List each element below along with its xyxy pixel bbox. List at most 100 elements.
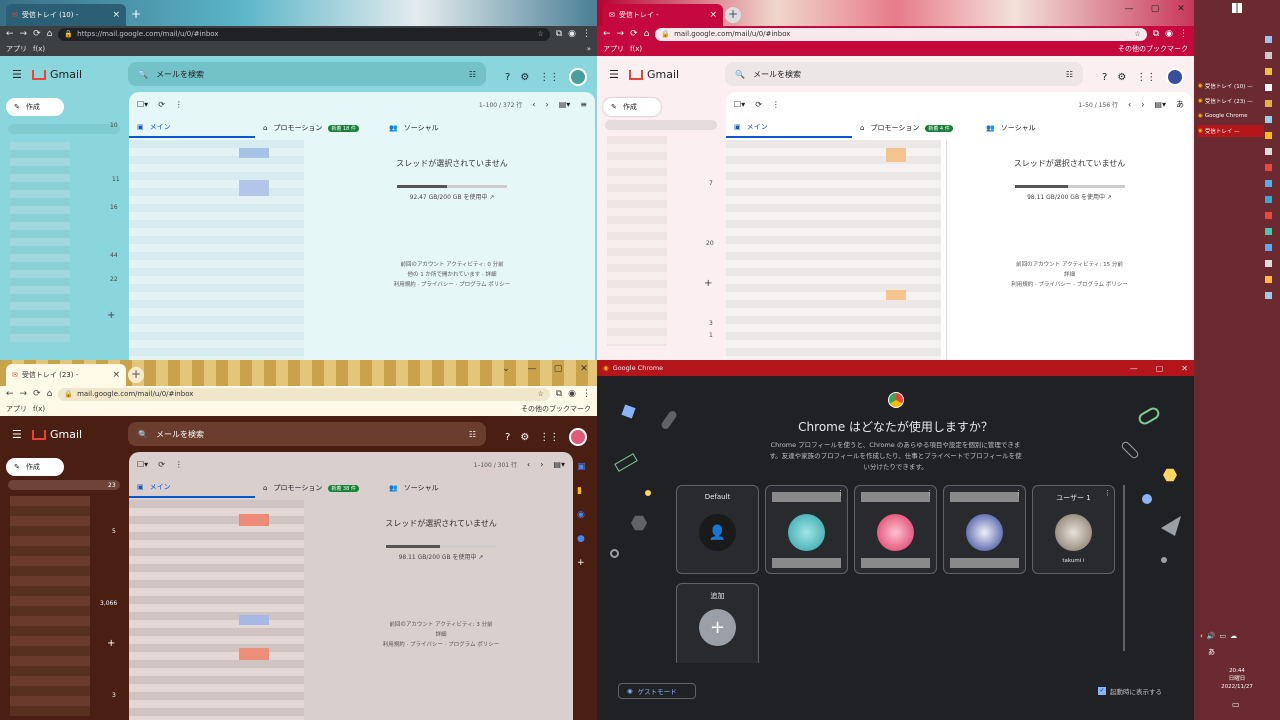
taskbar-window-item[interactable]: ◉ 受信トレイ (10) —: [1198, 80, 1264, 92]
tab-social[interactable]: 👥 ソーシャル: [381, 478, 507, 498]
back-icon[interactable]: ←: [6, 389, 14, 399]
next-page-icon[interactable]: ›: [540, 460, 543, 469]
fx-bookmark[interactable]: f(x): [630, 45, 642, 53]
next-page-icon[interactable]: ›: [546, 100, 549, 109]
select-checkbox-icon[interactable]: ☐▾: [137, 460, 148, 469]
minimize-icon[interactable]: —: [1130, 364, 1138, 373]
home-icon[interactable]: ⌂: [47, 29, 53, 39]
volume-icon[interactable]: 🔊: [1207, 632, 1216, 640]
compose-button[interactable]: ✎ 作成: [6, 98, 64, 116]
more-icon[interactable]: ⋮: [175, 100, 183, 109]
profile-card-user1[interactable]: ユーザー 1 takumi i ⋮: [1032, 485, 1115, 574]
more-icon[interactable]: ⋮: [772, 100, 780, 109]
other-bookmarks[interactable]: その他のブックマーク: [1118, 44, 1188, 54]
policy-links[interactable]: 利用規約 · プライバシー · プログラム ポリシー: [309, 640, 573, 650]
extensions-icon[interactable]: ⧉: [556, 29, 562, 39]
mail-list-blurred[interactable]: [129, 140, 304, 360]
tab-main[interactable]: ▣ メイン: [129, 118, 255, 138]
tasks-icon[interactable]: ◉: [577, 510, 593, 520]
forward-icon[interactable]: →: [20, 29, 28, 39]
profile-icon[interactable]: ◉: [568, 29, 576, 39]
back-icon[interactable]: ←: [6, 29, 14, 39]
details-link[interactable]: 詳細: [309, 630, 573, 640]
app-icon[interactable]: [1265, 52, 1272, 59]
notification-icon[interactable]: ▭: [1232, 700, 1240, 709]
tab-main[interactable]: ▣ メイン: [726, 118, 852, 138]
compose-button[interactable]: ✎ 作成: [603, 98, 661, 116]
search-options-icon[interactable]: ☷: [469, 70, 476, 79]
card-menu-icon[interactable]: ⋮: [837, 489, 844, 497]
app-icon[interactable]: [1265, 100, 1272, 107]
profile-icon[interactable]: ◉: [568, 389, 576, 399]
avatar[interactable]: [1166, 68, 1185, 86]
search-bar[interactable]: 🔍 メールを検索 ☷: [128, 62, 486, 86]
app-icon[interactable]: [1265, 180, 1272, 187]
tab-inbox[interactable]: ✉ 受信トレイ (10) - ×: [6, 4, 126, 26]
maximize-icon[interactable]: ▢: [545, 360, 571, 380]
profile-icon[interactable]: ◉: [1165, 29, 1173, 39]
forward-icon[interactable]: →: [20, 389, 28, 399]
avatar[interactable]: [569, 68, 588, 86]
new-tab-button[interactable]: +: [725, 7, 741, 23]
extensions-icon[interactable]: ⧉: [556, 389, 562, 399]
split-view-icon[interactable]: ▤▾: [1154, 100, 1166, 109]
close-window-icon[interactable]: ✕: [1181, 364, 1188, 373]
dropdown-icon[interactable]: ⌄: [493, 360, 519, 380]
policy-links[interactable]: 利用規約 · プライバシー · プログラム ポリシー: [309, 280, 595, 290]
minimize-icon[interactable]: —: [1116, 0, 1142, 20]
help-icon[interactable]: ?: [505, 72, 510, 83]
checkbox-checked-icon[interactable]: ✓: [1098, 687, 1106, 695]
policy-links[interactable]: 利用規約 · プライバシー · プログラム ポリシー: [947, 280, 1192, 290]
search-input[interactable]: メールを検索: [156, 429, 204, 440]
apps-grid-icon[interactable]: ⋮⋮: [1136, 72, 1156, 83]
refresh-icon[interactable]: ⟳: [158, 100, 165, 109]
gmail-logo[interactable]: Gmail: [32, 68, 82, 81]
other-bookmarks[interactable]: その他のブックマーク: [521, 404, 591, 414]
clock[interactable]: 20:44 日曜日 2022/11/27: [1194, 667, 1280, 691]
taskbar-window-item-active[interactable]: ◉ 受信トレイ —: [1198, 125, 1264, 137]
main-menu-icon[interactable]: ☰: [12, 68, 22, 81]
close-window-icon[interactable]: ✕: [571, 360, 597, 380]
forward-icon[interactable]: →: [617, 29, 625, 39]
search-input[interactable]: メールを検索: [753, 69, 801, 80]
new-tab-button[interactable]: +: [128, 367, 144, 383]
profile-card[interactable]: ⋮: [765, 485, 848, 574]
ime-indicator[interactable]: あ: [1208, 647, 1215, 657]
kebab-menu-icon[interactable]: ⋮: [1179, 29, 1188, 39]
apps-bookmark[interactable]: アプリ: [603, 44, 624, 54]
app-icon[interactable]: [1265, 68, 1272, 75]
card-menu-icon[interactable]: ⋮: [1015, 489, 1022, 497]
gmail-logo[interactable]: Gmail: [629, 68, 679, 81]
card-menu-icon[interactable]: ⋮: [1104, 489, 1111, 497]
help-icon[interactable]: ?: [1102, 72, 1107, 83]
search-bar[interactable]: 🔍 メールを検索 ☷: [128, 422, 486, 446]
start-icon[interactable]: [1232, 3, 1242, 13]
add-profile-card[interactable]: 追加 +: [676, 583, 759, 663]
refresh-icon[interactable]: ⟳: [158, 460, 165, 469]
mail-list-blurred[interactable]: [129, 500, 304, 720]
taskbar-window-item[interactable]: ◉ 受信トレイ (23) —: [1198, 95, 1264, 107]
search-icon[interactable]: 🔍: [138, 430, 148, 439]
address-bar[interactable]: 🔒 mail.google.com/mail/u/0/#inbox ☆: [655, 27, 1147, 41]
card-menu-icon[interactable]: ⋮: [926, 489, 933, 497]
tab-inbox[interactable]: ✉ 受信トレイ (23) - ×: [6, 364, 126, 386]
apps-bookmark[interactable]: アプリ: [6, 404, 27, 414]
tab-promotions[interactable]: ⌂ プロモーション 新着 38 件: [255, 478, 381, 498]
add-label-icon[interactable]: +: [107, 638, 115, 649]
tab-promotions[interactable]: ⌂ プロモーション 新着 18 件: [255, 118, 381, 138]
address-bar[interactable]: 🔒 https://mail.google.com/mail/u/0/#inbo…: [58, 27, 550, 41]
network-icon[interactable]: ▭: [1220, 632, 1227, 640]
tab-inbox[interactable]: ✉ 受信トレイ - ×: [603, 4, 723, 26]
search-input[interactable]: メールを検索: [156, 69, 204, 80]
picker-scrollbar[interactable]: [1123, 485, 1125, 651]
minimize-icon[interactable]: —: [519, 360, 545, 380]
calendar-icon[interactable]: ▣: [577, 462, 593, 472]
star-icon[interactable]: ☆: [537, 30, 543, 38]
keep-icon[interactable]: ▮: [577, 486, 593, 496]
apps-grid-icon[interactable]: ⋮⋮: [539, 432, 559, 443]
compose-button[interactable]: ✎ 作成: [6, 458, 64, 476]
app-icon[interactable]: [1265, 212, 1272, 219]
app-icon[interactable]: [1265, 116, 1272, 123]
search-options-icon[interactable]: ☷: [1066, 70, 1073, 79]
split-view-icon[interactable]: ▤▾: [559, 100, 571, 109]
